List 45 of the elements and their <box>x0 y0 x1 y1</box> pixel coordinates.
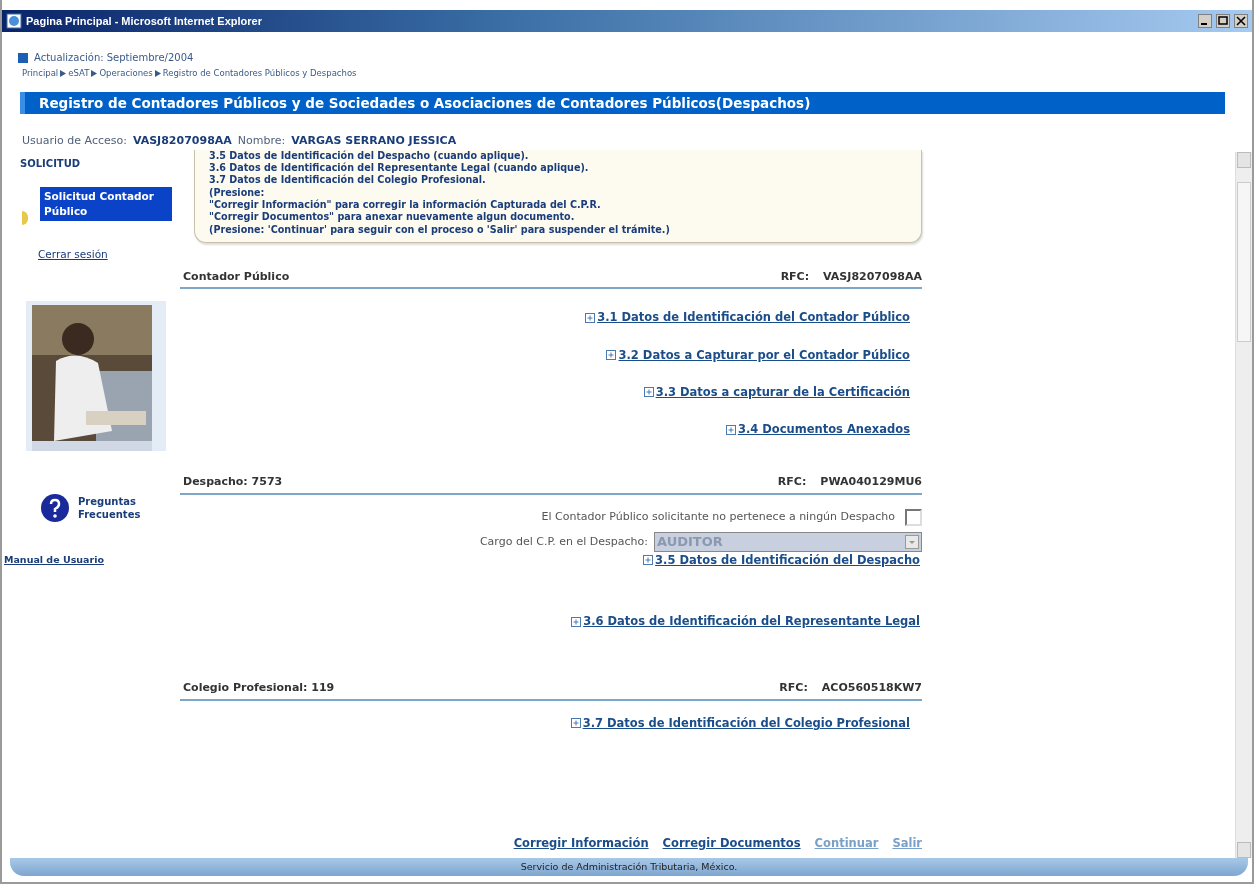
section-link[interactable]: 3.5 Datos de Identificación del Despacho <box>655 551 920 570</box>
select-label: Cargo del C.P. en el Despacho: <box>479 533 648 550</box>
breadcrumb-link[interactable]: Operaciones <box>99 67 153 80</box>
section-title: Despacho: 7573 <box>183 474 283 491</box>
sidebar-heading: SOLICITUD <box>20 156 82 171</box>
footer-text: Servicio de Administración Tributaria, México. <box>10 858 1248 876</box>
manual-link[interactable]: Manual de Usuario <box>4 552 104 567</box>
breadcrumb-link[interactable]: Registro de Contadores Públicos y Despachos <box>162 67 357 80</box>
instruction-text: 3.6 Datos de Identificación del Representante Legal (cuando aplique). <box>209 162 590 174</box>
section-link[interactable]: 3.7 Datos de Identificación del Colegio Profesional <box>582 714 910 733</box>
section-link[interactable]: 3.2 Datos a Capturar por el Contador Público <box>618 346 910 364</box>
section-link[interactable]: 3.1 Datos de Identificación del Contador Público <box>597 309 910 327</box>
instruction-text: (Presione: 'Continuar' para seguir con el proceso o 'Salir' para suspender el trámite.) <box>209 223 671 236</box>
rfc-label: RFC: <box>777 474 807 491</box>
access-label: Usuario de Acceso: <box>22 133 127 147</box>
checkbox-label: El Contador Público solicitante no pertenece a ningún Despacho <box>541 509 895 526</box>
select-value: AUDITOR <box>657 533 723 552</box>
access-value: VASJ8207098AA <box>132 133 232 147</box>
instruction-text: "Corregir Información" para corregir la información Capturada del C.P.R. <box>209 198 602 212</box>
rfc-value: PWA040129MU6 <box>820 474 922 491</box>
rfc-label: RFC: <box>780 268 810 285</box>
section-link[interactable]: 3.4 Documentos Anexados <box>737 421 910 439</box>
rfc-value: VASJ8207098AA <box>823 268 922 285</box>
instruction-text: "Corregir Documentos" para anexar nuevamente algun documento. <box>209 211 576 224</box>
instruction-text: (Presione: <box>209 186 266 199</box>
name-label: Nombre: <box>237 133 286 147</box>
section-title: Colegio Profesional: 119 <box>183 680 335 697</box>
breadcrumb-link[interactable]: eSAT <box>68 67 90 80</box>
update-date: Actualización: Septiembre/2004 <box>34 51 194 65</box>
rfc-label: RFC: <box>779 680 808 697</box>
action-link[interactable]: Corregir Información <box>513 834 649 852</box>
action-link[interactable]: Corregir Documentos <box>662 834 801 852</box>
name-value: VARGAS SERRANO JESSICA <box>291 133 457 147</box>
page-banner: Registro de Contadores Públicos y de Sociedades o Asociaciones de Contadores Públicos(Despachos) <box>20 91 1225 114</box>
logout-link[interactable]: Cerrar sesión <box>38 246 108 263</box>
window-title: Pagina Principal - Microsoft Internet Explorer <box>26 13 262 29</box>
breadcrumb-link[interactable]: Principal <box>22 67 59 80</box>
section-link[interactable]: 3.3 Datos a capturar de la Certificación <box>655 383 910 402</box>
sidebar-item[interactable]: Solicitud Contador Público <box>40 186 172 221</box>
rfc-value: ACO560518KW7 <box>821 680 922 697</box>
section-link[interactable]: 3.6 Datos de Identificación del Representante Legal <box>583 613 920 631</box>
instruction-text: 3.7 Datos de Identificación del Colegio Profesional. <box>209 174 487 187</box>
faq-link[interactable]: Preguntas Frecuentes <box>78 494 148 521</box>
instruction-text: 3.5 Datos de Identificación del Despacho (cuando aplique). <box>209 149 530 162</box>
section-title: Contador Público <box>183 268 290 285</box>
